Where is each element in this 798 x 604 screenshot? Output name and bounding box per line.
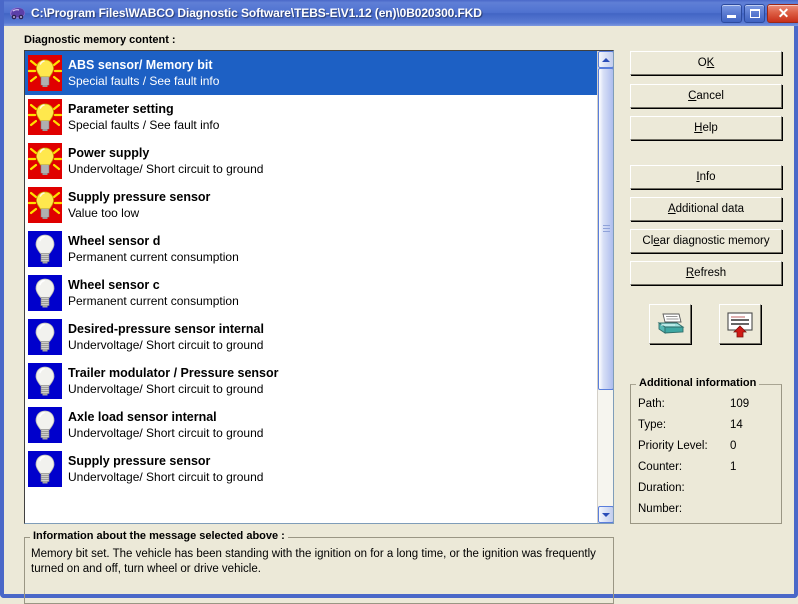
list-item-subtitle: Special faults / See fault info [68, 117, 598, 134]
scroll-up-icon[interactable] [598, 51, 614, 68]
counter-label: Counter: [638, 461, 682, 473]
additional-information-legend: Additional information [636, 377, 759, 389]
unlit-bulb-icon [28, 407, 62, 443]
list-item-title: ABS sensor/ Memory bit [68, 57, 598, 73]
list-item-title: Desired-pressure sensor internal [68, 321, 598, 337]
additional-info-row: Path: 109 [638, 398, 776, 416]
scrollbar-track[interactable] [598, 68, 614, 506]
list-item-title: Trailer modulator / Pressure sensor [68, 365, 598, 381]
priority-level-value: 0 [730, 440, 736, 452]
path-value: 109 [730, 398, 749, 410]
list-item[interactable]: Trailer modulator / Pressure sensor Unde… [25, 359, 598, 403]
list-item-subtitle: Undervoltage/ Short circuit to ground [68, 469, 598, 486]
unlit-bulb-icon [28, 231, 62, 267]
list-item-subtitle: Value too low [68, 205, 598, 222]
list-item-subtitle: Undervoltage/ Short circuit to ground [68, 161, 598, 178]
unlit-bulb-icon [28, 275, 62, 311]
refresh-button-label: Refresh [686, 267, 726, 279]
list-item[interactable]: Wheel sensor c Permanent current consump… [25, 271, 598, 315]
additional-info-row: Duration: [638, 482, 776, 500]
type-label: Type: [638, 419, 666, 431]
lit-bulb-icon [28, 99, 62, 135]
export-button[interactable] [719, 304, 761, 344]
ok-button-label: OK [698, 57, 715, 69]
type-value: 14 [730, 419, 743, 431]
list-item-title: Wheel sensor c [68, 277, 598, 293]
lit-bulb-icon [28, 55, 62, 91]
clear-diagnostic-memory-button-label: Clear diagnostic memory [642, 235, 769, 247]
list-vertical-scrollbar[interactable] [597, 51, 613, 523]
list-item[interactable]: Supply pressure sensor Undervoltage/ Sho… [25, 447, 598, 491]
list-item[interactable]: Power supply Undervoltage/ Short circuit… [25, 139, 598, 183]
number-label: Number: [638, 503, 682, 515]
cancel-button[interactable]: Cancel [630, 84, 782, 108]
unlit-bulb-icon [28, 451, 62, 487]
priority-level-label: Priority Level: [638, 440, 708, 452]
unlit-bulb-icon [28, 363, 62, 399]
help-button-label: Help [694, 122, 718, 134]
diagnostic-memory-list-viewport: ABS sensor/ Memory bit Special faults / … [25, 51, 598, 523]
list-item-title: Power supply [68, 145, 598, 161]
maximize-button[interactable] [744, 4, 765, 23]
duration-label: Duration: [638, 482, 685, 494]
additional-data-button-label: Additional data [668, 203, 744, 215]
printer-icon [655, 311, 685, 343]
dialog-client-area: Diagnostic memory content : [4, 26, 794, 594]
path-label: Path: [638, 398, 665, 410]
clear-diagnostic-memory-button[interactable]: Clear diagnostic memory [630, 229, 782, 253]
additional-info-row: Counter: 1 [638, 461, 776, 479]
info-button-label: Info [696, 171, 715, 183]
cancel-button-label: Cancel [688, 90, 724, 102]
title-bar[interactable]: C:\Program Files\WABCO Diagnostic Softwa… [4, 0, 798, 26]
list-item[interactable]: Supply pressure sensor Value too low [25, 183, 598, 227]
list-item-title: Axle load sensor internal [68, 409, 598, 425]
list-item-subtitle: Special faults / See fault info [68, 73, 598, 90]
additional-info-row: Priority Level: 0 [638, 440, 776, 458]
list-item-title: Wheel sensor d [68, 233, 598, 249]
minimize-button[interactable] [721, 4, 742, 23]
list-item-title: Parameter setting [68, 101, 598, 117]
message-info-text: Memory bit set. The vehicle has been sta… [31, 547, 606, 577]
list-item-title: Supply pressure sensor [68, 453, 598, 469]
unlit-bulb-icon [28, 319, 62, 355]
ok-button[interactable]: OK [630, 51, 782, 75]
list-item-subtitle: Undervoltage/ Short circuit to ground [68, 381, 598, 398]
additional-data-button[interactable]: Additional data [630, 197, 782, 221]
refresh-button[interactable]: Refresh [630, 261, 782, 285]
additional-info-row: Number: [638, 503, 776, 521]
list-item[interactable]: Axle load sensor internal Undervoltage/ … [25, 403, 598, 447]
close-button[interactable]: ✕ [767, 4, 798, 23]
vehicle-icon [9, 5, 26, 22]
additional-info-row: Type: 14 [638, 419, 776, 437]
lit-bulb-icon [28, 187, 62, 223]
list-item[interactable]: Desired-pressure sensor internal Undervo… [25, 315, 598, 359]
diagnostic-memory-label: Diagnostic memory content : [24, 34, 176, 46]
window-title: C:\Program Files\WABCO Diagnostic Softwa… [31, 6, 719, 20]
print-button[interactable] [649, 304, 691, 344]
scrollbar-thumb[interactable] [598, 68, 614, 390]
counter-value: 1 [730, 461, 736, 473]
scroll-down-icon[interactable] [598, 506, 614, 523]
list-item-title: Supply pressure sensor [68, 189, 598, 205]
message-info-legend: Information about the message selected a… [30, 530, 288, 542]
export-document-icon [725, 311, 755, 343]
help-button[interactable]: Help [630, 116, 782, 140]
diagnostic-memory-list[interactable]: ABS sensor/ Memory bit Special faults / … [24, 50, 614, 524]
list-item-subtitle: Undervoltage/ Short circuit to ground [68, 425, 598, 442]
lit-bulb-icon [28, 143, 62, 179]
list-item[interactable]: Parameter setting Special faults / See f… [25, 95, 598, 139]
list-item[interactable]: Wheel sensor d Permanent current consump… [25, 227, 598, 271]
list-item-subtitle: Permanent current consumption [68, 293, 598, 310]
info-button[interactable]: Info [630, 165, 782, 189]
application-window: C:\Program Files\WABCO Diagnostic Softwa… [0, 0, 798, 598]
list-item-subtitle: Permanent current consumption [68, 249, 598, 266]
list-item-subtitle: Undervoltage/ Short circuit to ground [68, 337, 598, 354]
list-item[interactable]: ABS sensor/ Memory bit Special faults / … [25, 51, 598, 95]
